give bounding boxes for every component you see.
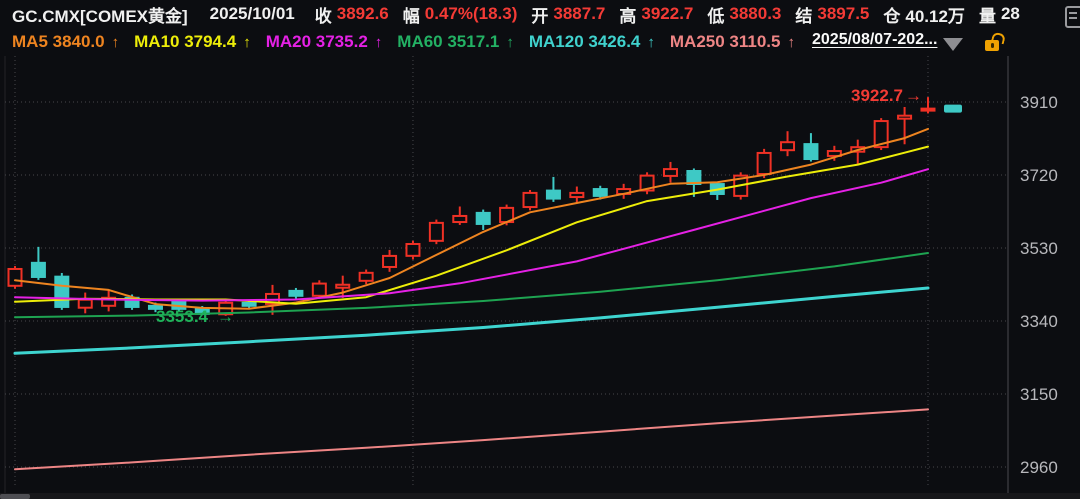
field-value: 3880.3 — [729, 4, 781, 24]
quote-field: 仓40.12万 — [883, 2, 965, 27]
ma-label: MA20 3735.2 — [266, 32, 368, 52]
ma-line-ma20 — [15, 169, 928, 300]
quote-field: 结3897.5 — [795, 2, 869, 27]
chevron-down-icon[interactable] — [943, 38, 963, 51]
svg-text:3150: 3150 — [1020, 385, 1058, 404]
ma-legend-item-ma120[interactable]: MA120 3426.4 ↑ — [529, 32, 655, 52]
ma-line-ma120 — [15, 288, 928, 353]
bottom-scrollbar-track — [0, 493, 1080, 499]
date-range-selector[interactable]: 2025/08/07-202... — [812, 31, 937, 49]
up-arrow-icon: ↑ — [243, 34, 251, 51]
field-value: 3922.7 — [641, 4, 693, 24]
field-label: 收 — [315, 2, 332, 27]
right-arrow-icon: → — [905, 86, 922, 105]
current-price-tag — [944, 105, 962, 113]
quote-field: 低3880.3 — [707, 2, 781, 27]
field-label: 仓 — [883, 2, 900, 27]
low-price-annotation: 3353.4→ — [156, 307, 234, 327]
ma-legend-items: MA5 3840.0↑MA10 3794.4↑MA20 3735.2↑MA60 … — [12, 32, 810, 52]
field-label: 开 — [531, 2, 548, 27]
kline-chart-area[interactable]: 3910 3720 3530 3340 3150 2960 3922.7→ 3353.4→ — [0, 56, 1080, 499]
svg-text:3720: 3720 — [1020, 166, 1058, 185]
quote-field: 量28 — [979, 2, 1020, 27]
up-arrow-icon: ↑ — [787, 34, 795, 51]
svg-text:3340: 3340 — [1020, 312, 1058, 331]
field-label: 低 — [707, 2, 724, 27]
ma-line-ma250 — [15, 409, 928, 469]
up-arrow-icon: ↑ — [506, 34, 514, 51]
field-label: 幅 — [403, 2, 420, 27]
high-price-annotation: 3922.7→ — [851, 86, 922, 106]
trading-app-kline-view: { "colors": { "up": "#ef3125", "down": "… — [0, 0, 1080, 499]
ma-label: MA250 3110.5 — [670, 32, 781, 52]
field-value: 3897.5 — [817, 4, 869, 24]
field-value: 3892.6 — [337, 4, 389, 24]
gridlines: 3910 3720 3530 3340 3150 2960 — [5, 56, 1058, 488]
ma-label: MA10 3794.4 — [134, 32, 236, 52]
ma-legend-item-ma5[interactable]: MA5 3840.0 ↑ — [12, 32, 119, 52]
unlock-icon[interactable] — [985, 33, 1003, 53]
svg-text:3910: 3910 — [1020, 93, 1058, 112]
ma-label: MA5 3840.0 — [12, 32, 105, 52]
svg-text:3530: 3530 — [1020, 239, 1058, 258]
bottom-scrollbar-thumb[interactable] — [0, 494, 30, 499]
quote-field: 开3887.7 — [531, 2, 605, 27]
candlestick-chart[interactable]: 3910 3720 3530 3340 3150 2960 — [0, 56, 1080, 499]
field-value: 0.47%(18.3) — [425, 4, 518, 24]
quote-field: 幅0.47%(18.3) — [403, 2, 518, 27]
right-arrow-icon: → — [217, 307, 234, 326]
quote-field: 高3922.7 — [619, 2, 693, 27]
quote-field: 收3892.6 — [315, 2, 389, 27]
up-arrow-icon: ↑ — [647, 34, 655, 51]
ma-legend-item-ma20[interactable]: MA20 3735.2 ↑ — [266, 32, 383, 52]
field-value: 28 — [1001, 4, 1020, 24]
up-arrow-icon: ↑ — [375, 34, 383, 51]
ma-label: MA60 3517.1 — [397, 32, 499, 52]
svg-text:2960: 2960 — [1020, 458, 1058, 477]
field-label: 量 — [979, 2, 996, 27]
ma-label: MA120 3426.4 — [529, 32, 641, 52]
quote-date: 2025/10/01 — [210, 4, 295, 24]
ma-legend-item-ma250[interactable]: MA250 3110.5 ↑ — [670, 32, 795, 52]
quote-header: GC.CMX[COMEX黄金] 2025/10/01 收3892.6 幅0.47%… — [0, 0, 1080, 28]
field-value: 40.12万 — [905, 2, 965, 27]
ma-legend-item-ma10[interactable]: MA10 3794.4 ↑ — [134, 32, 251, 52]
candles — [9, 97, 936, 316]
ma-legend-item-ma60[interactable]: MA60 3517.1 ↑ — [397, 32, 514, 52]
instrument-symbol: GC.CMX[COMEX黄金] — [12, 2, 188, 27]
ma-lines — [15, 129, 928, 469]
quote-fields: 收3892.6 幅0.47%(18.3) 开3887.7 高3922.7 低3880.3… — [315, 2, 1034, 27]
field-label: 高 — [619, 2, 636, 27]
field-value: 3887.7 — [553, 4, 605, 24]
up-arrow-icon: ↑ — [112, 34, 120, 51]
window-icon[interactable] — [1065, 6, 1080, 28]
field-label: 结 — [795, 2, 812, 27]
